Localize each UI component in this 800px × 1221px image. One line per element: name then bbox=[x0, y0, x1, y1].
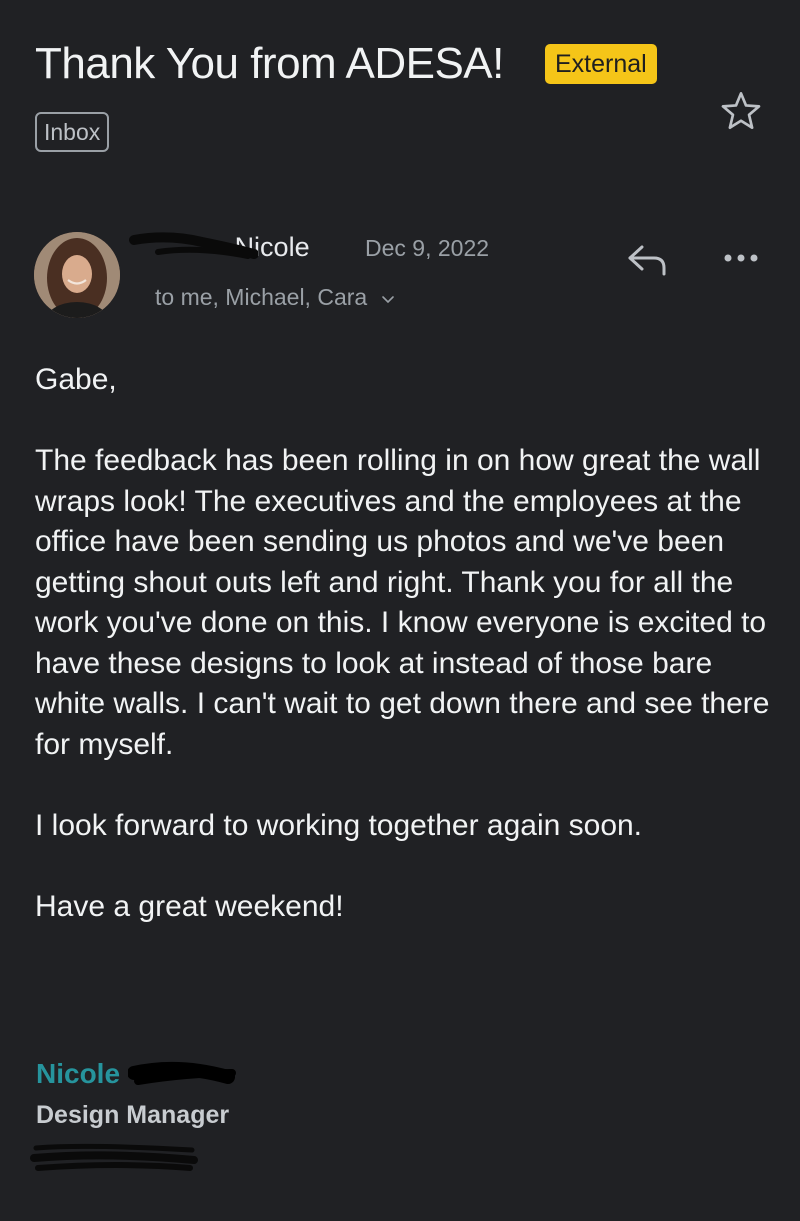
chevron-down-icon bbox=[381, 296, 394, 304]
more-horizontal-icon[interactable] bbox=[718, 242, 764, 274]
signature-name: Nicole bbox=[36, 1058, 121, 1089]
message-paragraph: The feedback has been rolling in on how … bbox=[35, 444, 770, 761]
external-badge: External bbox=[545, 44, 657, 84]
avatar-photo bbox=[34, 232, 120, 318]
star-icon[interactable] bbox=[718, 88, 764, 134]
phone-number-redaction bbox=[30, 1143, 198, 1171]
message-body: Gabe, The feedback has been rolling in o… bbox=[35, 360, 775, 927]
sent-date: Dec 9, 2022 bbox=[365, 235, 490, 261]
signature-surname-redaction bbox=[128, 1061, 236, 1085]
sender-surname-redaction bbox=[129, 232, 258, 259]
sender-avatar[interactable] bbox=[34, 232, 120, 318]
greeting: Gabe, bbox=[35, 363, 117, 396]
recipients-text: to me, Michael, Cara bbox=[155, 284, 368, 310]
signature-title: Design Manager bbox=[36, 1101, 230, 1129]
reply-icon[interactable] bbox=[622, 240, 670, 278]
inbox-label-chip[interactable]: Inbox bbox=[35, 112, 110, 152]
message-paragraph: I look forward to working together again… bbox=[35, 808, 643, 842]
recipients-toggle[interactable]: to me, Michael, Cara bbox=[155, 282, 396, 312]
closing-line: Have a great weekend! bbox=[35, 889, 344, 923]
email-subject: Thank You from ADESA! bbox=[35, 39, 504, 88]
